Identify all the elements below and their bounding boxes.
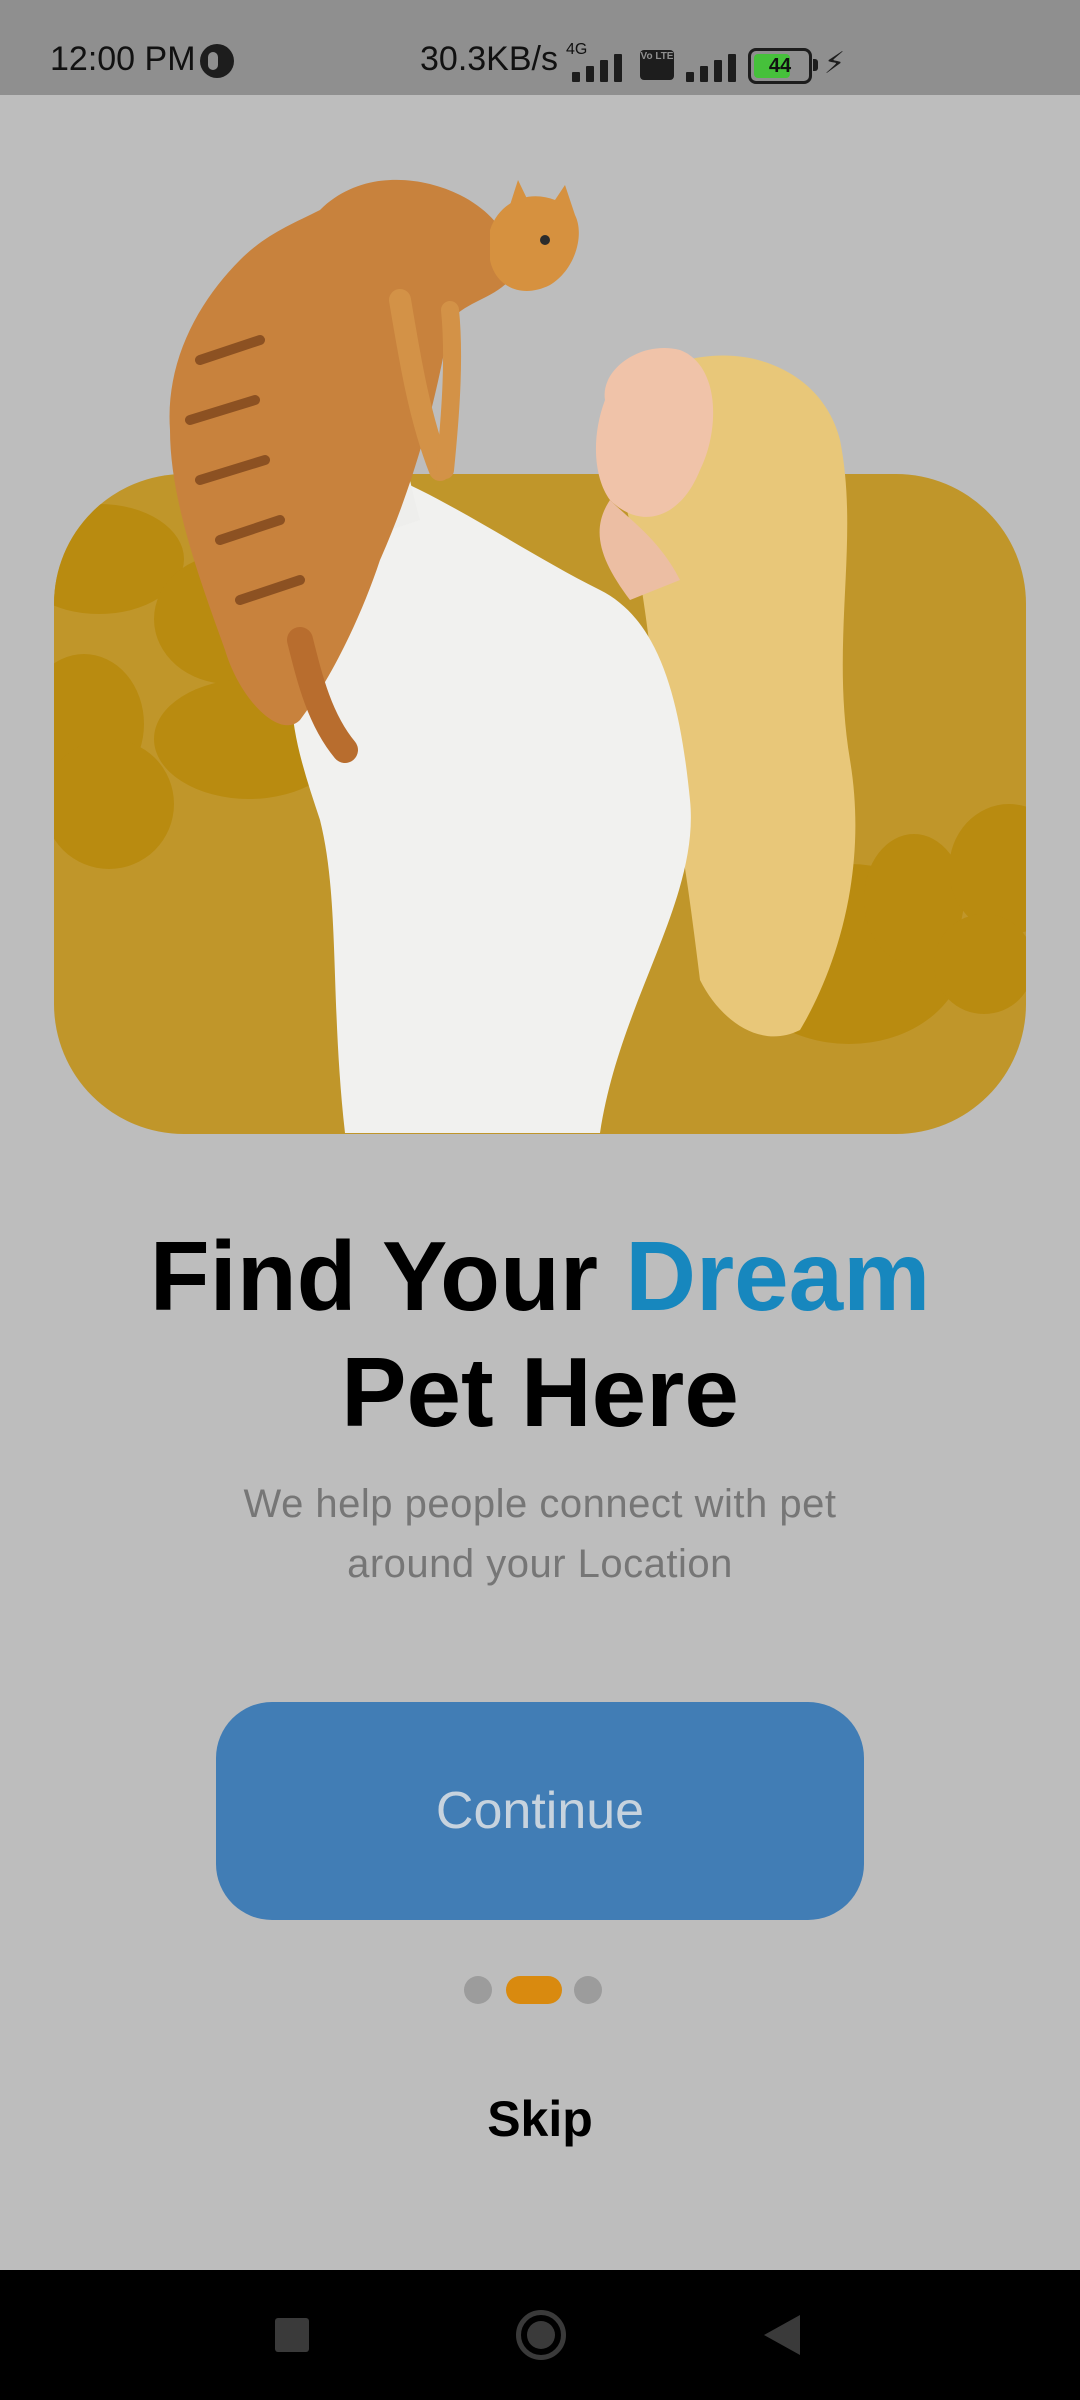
recents-square-icon[interactable] bbox=[275, 2318, 309, 2352]
pager-dot[interactable] bbox=[574, 1976, 602, 2004]
subtitle-line-2: around your Location bbox=[347, 1542, 733, 1586]
title-accent: Dream bbox=[625, 1221, 931, 1331]
back-triangle-icon[interactable] bbox=[764, 2315, 800, 2355]
pager-dot-active[interactable] bbox=[506, 1976, 562, 2004]
title-part-1: Find Your bbox=[149, 1221, 626, 1331]
continue-button[interactable]: Continue bbox=[216, 1702, 864, 1920]
cat-head bbox=[490, 185, 579, 291]
skip-button[interactable]: Skip bbox=[440, 2090, 640, 2148]
hero-illustration bbox=[169, 179, 856, 1133]
subtitle-line-1: We help people connect with pet bbox=[243, 1482, 837, 1526]
page-title: Find Your Dream Pet Here bbox=[0, 1218, 1080, 1450]
pager-dot[interactable] bbox=[464, 1976, 492, 2004]
title-line-2: Pet Here bbox=[341, 1337, 739, 1447]
page-subtitle: We help people connect with pet around y… bbox=[200, 1474, 880, 1594]
home-circle-icon[interactable] bbox=[516, 2310, 566, 2360]
